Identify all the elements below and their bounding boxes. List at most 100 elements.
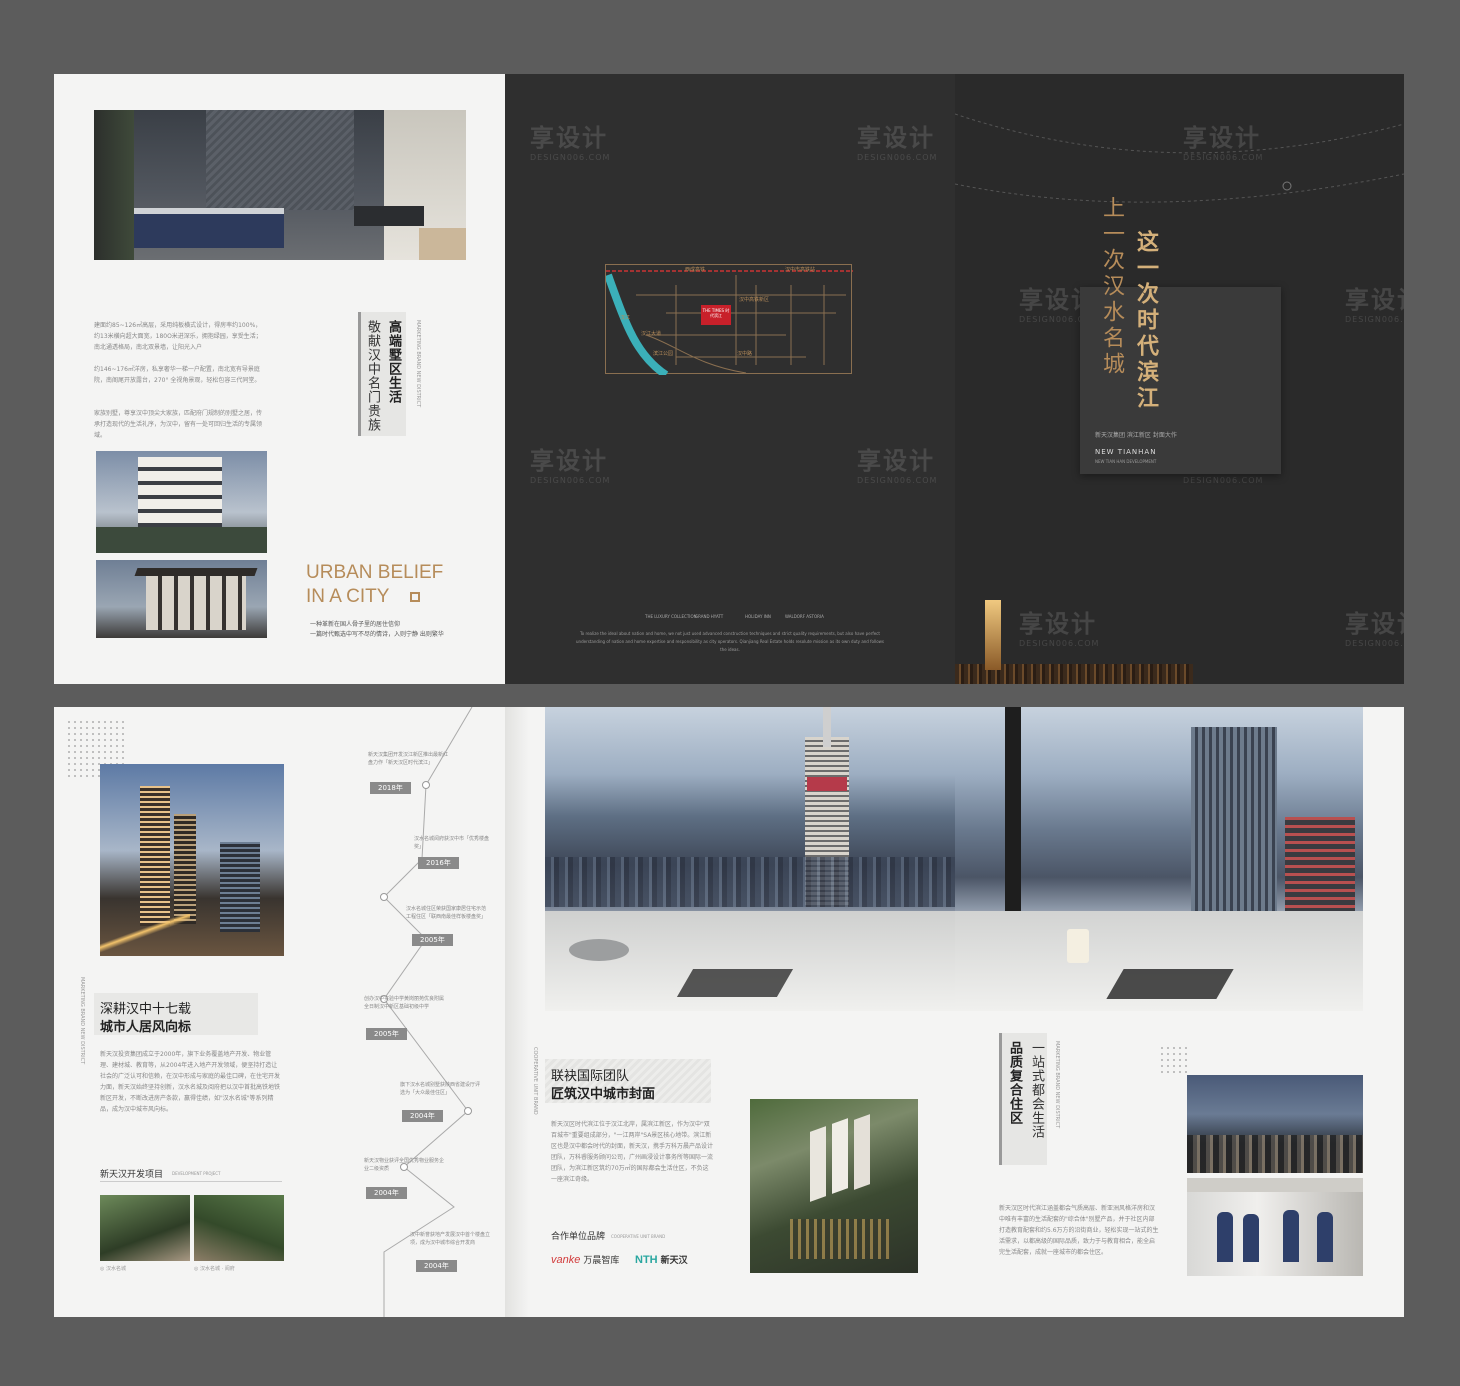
copy-paragraph-1: 建面约85~126㎡高层，采用纯板横式设计，得房率约100%，约13米横向超大面… bbox=[94, 322, 262, 351]
brochure-page-6: 品质复合住区 一站式都会生活 MARKETING BRAND NEW DISTR… bbox=[955, 707, 1404, 1317]
timeline-year-badge: 2005年 bbox=[412, 934, 453, 946]
copy-paragraph-3: 家族别墅，尊享汉中顶尖大家族，匹配府门规制的别墅之居，传承打造现代的生活礼序，为… bbox=[94, 410, 263, 439]
brochure-page-5: COOPERATIVE UNIT BRAND 联袂国际团队 匠筑汉中城市封面 新… bbox=[505, 707, 955, 1317]
map-label-road: 汉中路 bbox=[737, 351, 753, 357]
vertical-title: 高端墅区生活 bbox=[386, 320, 401, 404]
skyline-dining-photo-right bbox=[955, 707, 1363, 1011]
headline-line-2: 匠筑汉中城市封面 bbox=[551, 1087, 656, 1102]
watermark: 享设计DESIGN006.COM bbox=[1345, 610, 1404, 648]
vanke-logo-en: vanke bbox=[551, 1254, 581, 1266]
city-night-photo bbox=[100, 764, 284, 956]
cover-line-right: 这一次时代滨江 bbox=[1133, 230, 1159, 412]
map-label-rail: 西成高铁 bbox=[685, 267, 706, 273]
urban-belief-line-1: URBAN BELIEF bbox=[306, 562, 444, 583]
development-subtitle: DEVELOPMENT PROJECT bbox=[172, 1171, 221, 1176]
slogan-line-1: 一种革新在国人骨子里的居住信仰 bbox=[310, 621, 401, 628]
map-label-district: 汉中高铁新区 bbox=[739, 297, 770, 303]
vanke-logo: vanke 万晨智库 bbox=[551, 1253, 619, 1266]
skyline-dining-photo-left bbox=[545, 707, 955, 1011]
timeline-line bbox=[383, 707, 473, 1317]
cover-brand-sub: NEW TIAN HAN DEVELOPMENT bbox=[1095, 459, 1157, 464]
timeline-entry-text: 创办汉中实验中学黄岗丽苑优良附属全日制汉中新区基础初级中学 bbox=[364, 996, 445, 1010]
brand-logo-1: THE LUXURY COLLECTION bbox=[645, 614, 697, 619]
development-caption-2: ◎ 汉水名城 · 阅府 bbox=[194, 1266, 235, 1272]
brand-logo-4: WALDORF ASTORIA bbox=[785, 614, 824, 619]
copy-paragraph-2: 约146~176㎡洋房，私享奢华一梯一户配置，南北宽有导景庭院，南阁尾开放露台，… bbox=[94, 366, 261, 384]
map-label-river: 汉江 bbox=[620, 315, 631, 321]
development-caption-1: ◎ 汉水名城 bbox=[100, 1266, 126, 1272]
cover-caption: 新天汉集团 滨江新区 封面大作 bbox=[1095, 432, 1177, 439]
watermark: 享设计DESIGN006.COM bbox=[530, 124, 611, 162]
tower-photo bbox=[96, 451, 267, 553]
timeline-year-badge: 2018年 bbox=[370, 782, 411, 794]
partner-subtitle: COOPERATIVE UNIT BRAND bbox=[611, 1234, 666, 1239]
brand-logo-2: GRAND HYATT bbox=[695, 614, 724, 619]
decorative-curves bbox=[955, 113, 1404, 203]
timeline-dot bbox=[464, 1107, 472, 1115]
brochure-page-4: MARKETING BRAND NEW DISTRICT 深耕汉中十七载 城市人… bbox=[54, 707, 505, 1317]
map-svg bbox=[606, 270, 853, 375]
brochure-page-1: 建面约85~126㎡高层，采用纯板横式设计，得房率约100%，约13米横向超大面… bbox=[54, 74, 505, 684]
timeline-year-badge: 2004年 bbox=[402, 1110, 443, 1122]
watermark: 享设计DESIGN006.COM bbox=[857, 124, 938, 162]
slogan-line-2: 一篇时代甄选中写不尽的情诗，入则宁静 出则繁华 bbox=[310, 631, 444, 638]
cover-line-left: 上一次汉水名城 bbox=[1099, 196, 1124, 378]
map-label-park: 滨江公园 bbox=[653, 351, 674, 357]
timeline-entry-text: 汉水名城住区荣获国家康居住宅示范工程住区「联西南最佳样板楼盘奖」 bbox=[406, 906, 487, 920]
bedroom-photo bbox=[94, 110, 466, 260]
partner-title: 合作单位品牌 bbox=[551, 1232, 606, 1242]
side-english-note: MARKETING BRAND NEW DISTRICT bbox=[79, 977, 85, 1065]
vanke-logo-cn: 万晨智库 bbox=[583, 1255, 620, 1265]
watermark: 享设计DESIGN006.COM bbox=[1345, 286, 1404, 324]
nth-logo: NTH 新天汉 bbox=[635, 1253, 688, 1266]
development-title: 新天汉开发项目 bbox=[100, 1170, 164, 1180]
small-english-note: MARKETING BRAND NEW DISTRICT bbox=[415, 320, 421, 408]
vertical-subtitle: 敬献汉中名门贵族 bbox=[365, 320, 380, 432]
brand-logo-3: HOLIDAY INN bbox=[745, 614, 771, 619]
headline-line-1: 联袂国际团队 bbox=[551, 1069, 630, 1084]
square-logo-icon bbox=[410, 592, 420, 602]
villa-photo bbox=[96, 560, 267, 638]
map-label-avenue: 汉江大道 bbox=[641, 331, 662, 337]
team-intro: 新天汉区时代滨江位于汉江北岸，属滨江新区，作为汉中"双百城市"重要组成部分，"一… bbox=[551, 1121, 714, 1183]
timeline-year-badge: 2005年 bbox=[366, 1028, 407, 1040]
dot-pattern bbox=[1159, 1045, 1189, 1075]
development-photo-2 bbox=[194, 1195, 284, 1261]
timeline-year-badge: 2016年 bbox=[418, 857, 459, 869]
watermark: 享设计DESIGN006.COM bbox=[1019, 610, 1100, 648]
brochure-page-3: 享设计DESIGN006.COM 享设计DESIGN006.COM 享设计DES… bbox=[955, 74, 1404, 684]
students-photo bbox=[1187, 1178, 1363, 1276]
timeline-entry-text: 汉中新誉获地产发展汉中首个楼盘立项，成为汉中城市综合开发商 bbox=[410, 1232, 491, 1246]
timeline-year-badge: 2004年 bbox=[366, 1187, 407, 1199]
nth-logo-en: NTH bbox=[635, 1254, 658, 1266]
vertical-subtitle: 一站式都会生活 bbox=[1029, 1041, 1044, 1139]
watermark: 享设计DESIGN006.COM bbox=[857, 447, 938, 485]
headline-line-1: 深耕汉中十七载 bbox=[100, 1002, 192, 1017]
vertical-title: 品质复合住区 bbox=[1007, 1041, 1022, 1125]
timeline-dot bbox=[422, 781, 430, 789]
company-intro: 新天汉投资集团成立于2000年，旗下业务覆盖地产开发、物业管理、建材城、教育等，… bbox=[100, 1051, 281, 1113]
urban-belief-line-2: IN A CITY bbox=[306, 586, 390, 607]
title-underline bbox=[100, 1181, 282, 1182]
timeline-year-badge: 2004年 bbox=[416, 1260, 457, 1272]
tower-silhouette bbox=[985, 600, 1001, 670]
cover-brand: NEW TIANHAN bbox=[1095, 448, 1157, 456]
community-intro: 新天汉区时代滨江涵盖都会气质高层、新亚洲风格洋房和汉中唯有丰富的生活配套的"综合… bbox=[999, 1205, 1159, 1256]
nth-logo-cn: 新天汉 bbox=[660, 1255, 688, 1265]
map-project-label: THE TIMES 时代滨江 bbox=[702, 308, 730, 318]
development-photo-1 bbox=[100, 1195, 190, 1261]
street-crowd-photo bbox=[1187, 1075, 1363, 1173]
timeline-entry-text: 新天汉集团开发汉江新区推出最新红盘力作「新天汉区时代滨江」 bbox=[368, 752, 449, 766]
timeline-entry-text: 新天汉物业获评全国优秀物业服务企业二级资质 bbox=[364, 1158, 445, 1172]
timeline-entry-text: 汉水名城阅府获汉中市「优秀楼盘奖」 bbox=[414, 836, 490, 850]
footer-english-text: To realize the ideal about nation and ho… bbox=[576, 631, 884, 652]
watermark: 享设计DESIGN006.COM bbox=[530, 447, 611, 485]
brochure-page-2: 享设计 DESIGN006.COM 享设计 DESIGN006.COM 享设计 DES… bbox=[505, 74, 955, 684]
side-english-note: MARKETING BRAND NEW DISTRICT bbox=[1054, 1041, 1060, 1129]
side-english-note: COOPERATIVE UNIT BRAND bbox=[532, 1047, 538, 1115]
timeline-dot bbox=[380, 893, 388, 901]
location-map bbox=[605, 264, 853, 375]
timeline-entry-text: 旗下汉水名城别墅获陕西省建设厅评选为「大众最佳住区」 bbox=[400, 1082, 481, 1096]
map-label-station: 汉中市高铁站 bbox=[785, 267, 816, 273]
aerial-render-photo bbox=[750, 1099, 918, 1273]
